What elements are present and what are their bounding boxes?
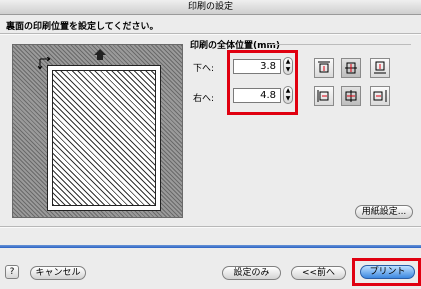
settings-only-button[interactable]: 設定のみ — [222, 266, 281, 280]
align-bottom-button[interactable] — [370, 58, 390, 78]
print-area — [52, 70, 156, 206]
instruction-text: 裏面の印刷位置を設定してください。 — [6, 22, 159, 32]
highlight-box-print — [352, 258, 421, 286]
align-top-button[interactable] — [314, 58, 334, 78]
paper-setup-button[interactable]: 用紙設定... — [355, 205, 413, 219]
bottom-divider — [0, 226, 421, 228]
align-vcenter-button[interactable] — [341, 58, 361, 78]
accent-band — [0, 245, 421, 248]
right-label: 右へ: — [193, 94, 215, 104]
align-hcenter-icon — [345, 90, 357, 102]
highlight-box-fields — [227, 50, 298, 115]
align-vcenter-icon — [345, 62, 357, 74]
align-hcenter-button[interactable] — [341, 86, 361, 106]
print-preview — [12, 44, 183, 218]
preview-page — [47, 65, 161, 211]
help-button[interactable]: ? — [5, 265, 19, 279]
align-right-icon — [373, 90, 387, 102]
top-divider — [0, 33, 421, 35]
up-arrow-icon — [94, 49, 106, 60]
align-bottom-icon — [374, 61, 386, 74]
down-label: 下へ: — [193, 64, 215, 74]
group-divider — [268, 44, 411, 45]
align-left-icon — [317, 90, 329, 102]
window-title: 印刷の設定 — [0, 0, 421, 15]
align-right-button[interactable] — [370, 86, 390, 106]
cancel-button[interactable]: キャンセル — [30, 266, 86, 280]
align-left-button[interactable] — [314, 86, 334, 106]
align-top-icon — [318, 61, 330, 73]
print-settings-window: 印刷の設定 裏面の印刷位置を設定してください。 印刷の全体位置(mm) 下へ: … — [0, 0, 421, 289]
back-button[interactable]: <<前へ — [291, 266, 346, 280]
